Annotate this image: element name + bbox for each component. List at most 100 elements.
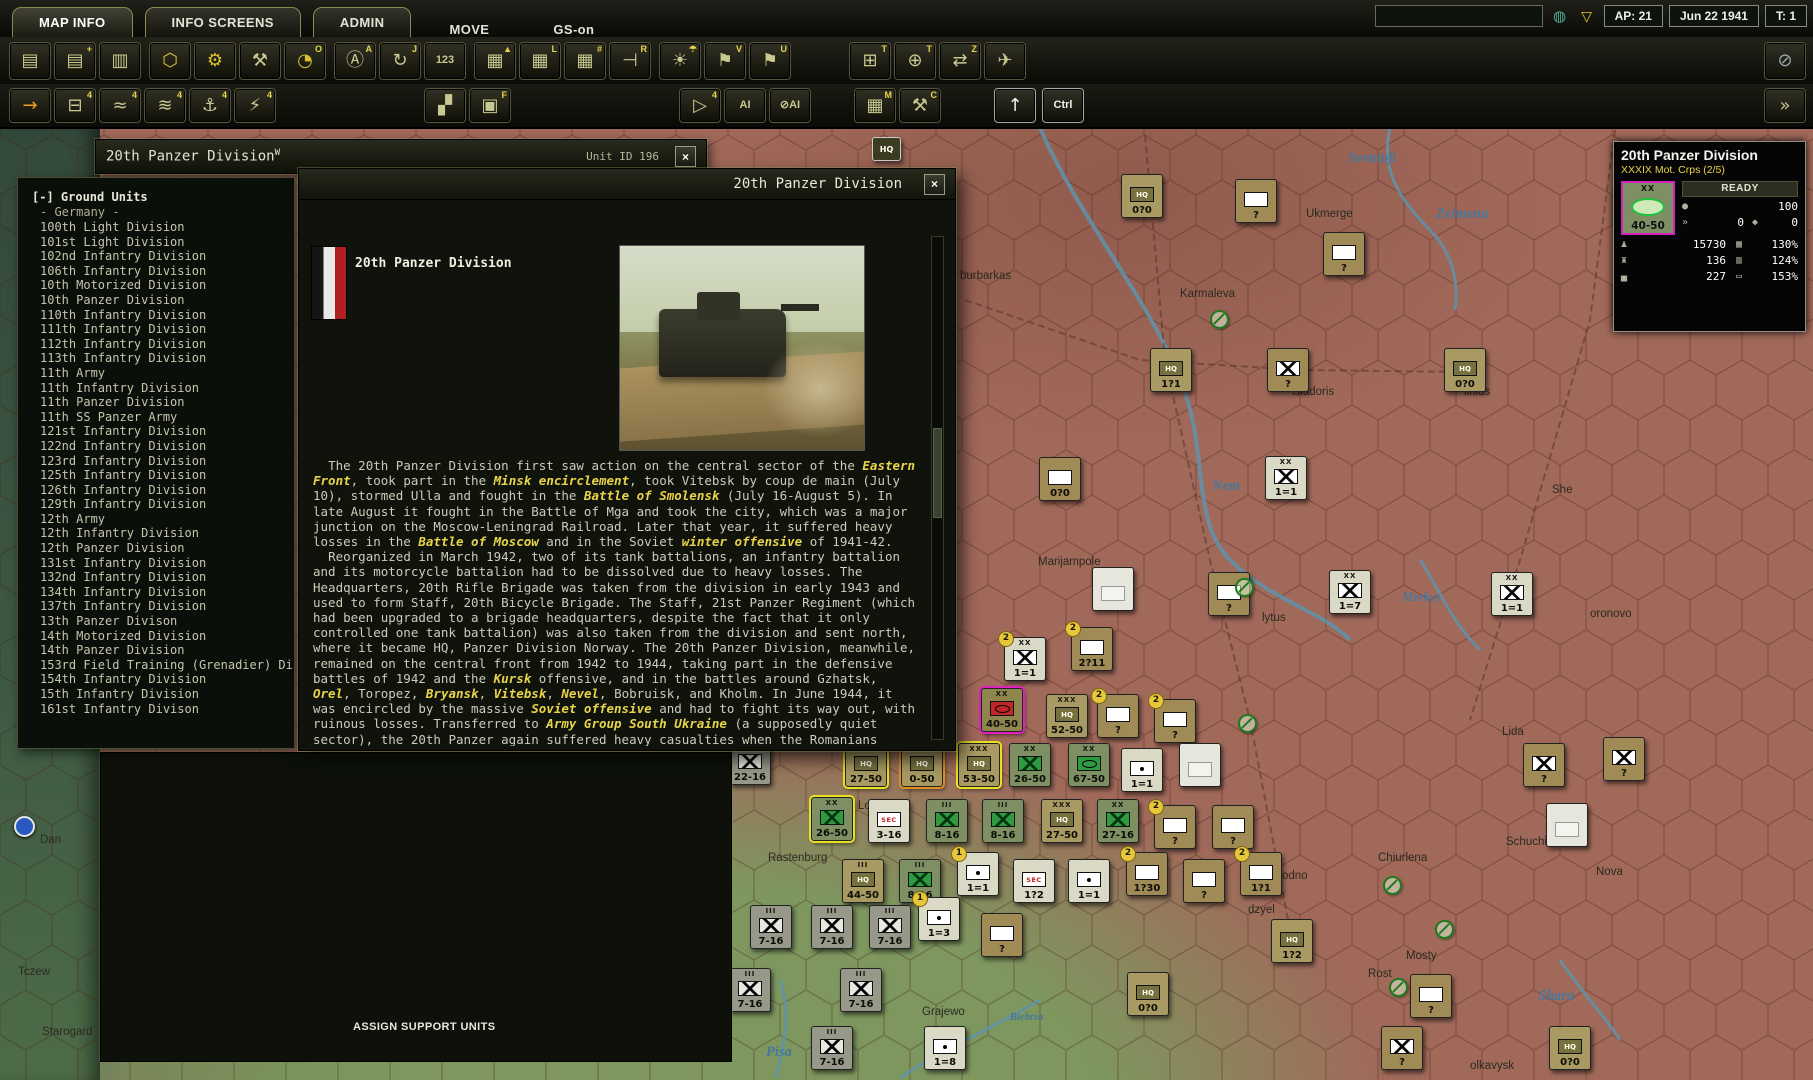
open-file-icon[interactable]: ▤+	[55, 43, 95, 79]
search-input[interactable]	[1375, 5, 1543, 27]
unit-counter[interactable]	[1179, 743, 1221, 787]
list-item[interactable]: 126th Infantry Division	[32, 483, 294, 498]
unit-counter[interactable]: III7-16	[750, 905, 792, 949]
list-item[interactable]: 154th Infantry Division	[32, 672, 294, 687]
list-item[interactable]: 13th Panzer Divison	[32, 614, 294, 629]
list-item[interactable]: 112th Infantry Division	[32, 337, 294, 352]
strategic-transfer-icon[interactable]: ⊕T	[895, 43, 935, 79]
unit-counter[interactable]: HQ0?0	[1121, 174, 1163, 218]
list-item[interactable]: 153rd Field Training (Grenadier) Di	[32, 658, 294, 673]
hq-marker[interactable]: HQ	[872, 137, 901, 161]
unit-counter[interactable]: ?	[1183, 859, 1225, 903]
pointer-mode-icon[interactable]: ▷4	[680, 89, 720, 122]
unit-counter[interactable]: III7-16	[840, 968, 882, 1012]
unit-counter[interactable]: 1?12	[1240, 852, 1282, 896]
unit-counter[interactable]: XX27-16	[1097, 799, 1139, 843]
refresh-orders-icon[interactable]: ↻J	[380, 43, 420, 79]
globe-icon[interactable]: ◍	[1550, 6, 1570, 26]
unit-counter[interactable]: 0?0	[1039, 457, 1081, 501]
artillery-support-icon[interactable]: ⚒	[240, 43, 280, 79]
air-strike-icon[interactable]: ⚡4	[235, 89, 275, 122]
unit-counter[interactable]	[1092, 567, 1134, 611]
list-item[interactable]: 11th Panzer Division	[32, 395, 294, 410]
list-item[interactable]: 12th Panzer Division	[32, 541, 294, 556]
unit-counter[interactable]: XX67-50	[1068, 743, 1110, 787]
scrollbar[interactable]	[931, 236, 944, 740]
unit-counter[interactable]: HQ1?1	[1150, 348, 1192, 392]
show-values-icon[interactable]: 123	[425, 43, 465, 79]
unit-counter[interactable]	[1546, 803, 1588, 847]
list-item[interactable]: 14th Motorized Division	[32, 629, 294, 644]
preferences-gear-icon[interactable]: ⚙	[195, 43, 235, 79]
unit-modes-icon[interactable]: ⚑U	[750, 43, 790, 79]
unit-counter[interactable]: XXXHQ27-50	[1041, 799, 1083, 843]
unit-counter[interactable]: III7-16	[811, 1026, 853, 1070]
rail-transport-icon[interactable]: ⊞T	[850, 43, 890, 79]
tab-admin[interactable]: ADMIN	[313, 7, 412, 37]
list-item[interactable]: 11th SS Panzer Army	[32, 410, 294, 425]
unit-counter[interactable]: HQ0?0	[1444, 348, 1486, 392]
unit-counter[interactable]: III8-16	[982, 799, 1024, 843]
list-item[interactable]: 12th Infantry Division	[32, 526, 294, 541]
unit-counter[interactable]: ?	[1267, 348, 1309, 392]
close-button[interactable]: ×	[924, 174, 945, 195]
list-item[interactable]: 10th Motorized Division	[32, 278, 294, 293]
unit-counter[interactable]: XX40-50	[981, 688, 1023, 732]
compass-icon[interactable]: ⊘	[1765, 43, 1805, 79]
unit-counter[interactable]: 2?112	[1071, 627, 1113, 671]
unit-counter[interactable]: ?	[1381, 1026, 1423, 1070]
filter-funnel-icon[interactable]: ▽	[1577, 6, 1597, 26]
naval-transport-icon[interactable]: ≋4	[145, 89, 185, 122]
unit-counter[interactable]: ?2	[1154, 699, 1196, 743]
weather-icon[interactable]: ☀☂	[660, 43, 700, 79]
unit-counter[interactable]: ?	[1323, 232, 1365, 276]
unit-counter[interactable]: 1=31	[918, 897, 960, 941]
partisan-marker[interactable]	[1435, 920, 1454, 939]
unit-counter[interactable]: ?	[1235, 179, 1277, 223]
tab-move[interactable]: MOVE	[423, 22, 515, 37]
unit-counter[interactable]: IIIHQ44-50	[842, 859, 884, 903]
unit-counter[interactable]: 1=8	[924, 1026, 966, 1070]
unit-counter[interactable]: HQ0?0	[1127, 972, 1169, 1016]
list-item[interactable]: 12th Army	[32, 512, 294, 527]
list-item[interactable]: 125th Infantry Division	[32, 468, 294, 483]
ctrl-key-icon[interactable]: Ctrl	[1043, 89, 1083, 122]
air-doctrine-icon[interactable]: ⒶA	[335, 43, 375, 79]
list-item[interactable]: 161st Infantry Divison	[32, 702, 294, 717]
unit-counter[interactable]: 1=1	[1121, 748, 1163, 792]
unit-counter[interactable]: III7-16	[729, 968, 771, 1012]
unit-counter[interactable]: 1?302	[1126, 852, 1168, 896]
unit-counter[interactable]: XXXHQ52-50	[1046, 694, 1088, 738]
list-item[interactable]: 123rd Infantry Division	[32, 454, 294, 469]
map-copy-icon[interactable]: ▥	[100, 43, 140, 79]
list-item[interactable]: 122nd Infantry Division	[32, 439, 294, 454]
tab-gs-on[interactable]: GS-on	[527, 22, 620, 37]
engineer-icon[interactable]: ⚒C	[900, 89, 940, 122]
ai-move-icon[interactable]: AI	[725, 89, 765, 122]
unit-counter[interactable]: XX1=7	[1329, 570, 1371, 614]
list-item[interactable]: 137th Infantry Division	[32, 599, 294, 614]
anchor-port-icon[interactable]: ⚓4	[190, 89, 230, 122]
list-item[interactable]: 111th Infantry Division	[32, 322, 294, 337]
save-file-icon[interactable]: ▤	[10, 43, 50, 79]
unit-panel-hq-link[interactable]: XXXIX Mot. Crps (2/5)	[1621, 164, 1798, 176]
list-item[interactable]: 102nd Infantry Division	[32, 249, 294, 264]
unit-counter[interactable]: ?	[1603, 737, 1645, 781]
list-item[interactable]: 134th Infantry Division	[32, 585, 294, 600]
fort-build-icon[interactable]: ▣F	[470, 89, 510, 122]
unit-counter[interactable]: ?2	[1097, 694, 1139, 738]
unit-counter[interactable]: ?2	[1154, 805, 1196, 849]
list-item[interactable]: 106th Infantry Division	[32, 264, 294, 279]
amphibious-mode-icon[interactable]: ≈4	[100, 89, 140, 122]
unit-counter[interactable]: ?	[1212, 805, 1254, 849]
list-item[interactable]: 10th Panzer Division	[32, 293, 294, 308]
city-info-icon[interactable]: ▦L	[520, 43, 560, 79]
unit-group-header[interactable]: [-] Ground Units	[32, 190, 294, 205]
factory-icon[interactable]: ▦▲	[475, 43, 515, 79]
unit-counter[interactable]: ?	[1523, 743, 1565, 787]
next-unit-arrow-icon[interactable]: →	[10, 89, 50, 122]
unit-counter[interactable]: XXXHQ53-50	[958, 743, 1000, 787]
list-item[interactable]: 110th Infantry Division	[32, 308, 294, 323]
unit-counter[interactable]: 1=1	[1068, 859, 1110, 903]
list-item[interactable]: 121st Infantry Division	[32, 424, 294, 439]
